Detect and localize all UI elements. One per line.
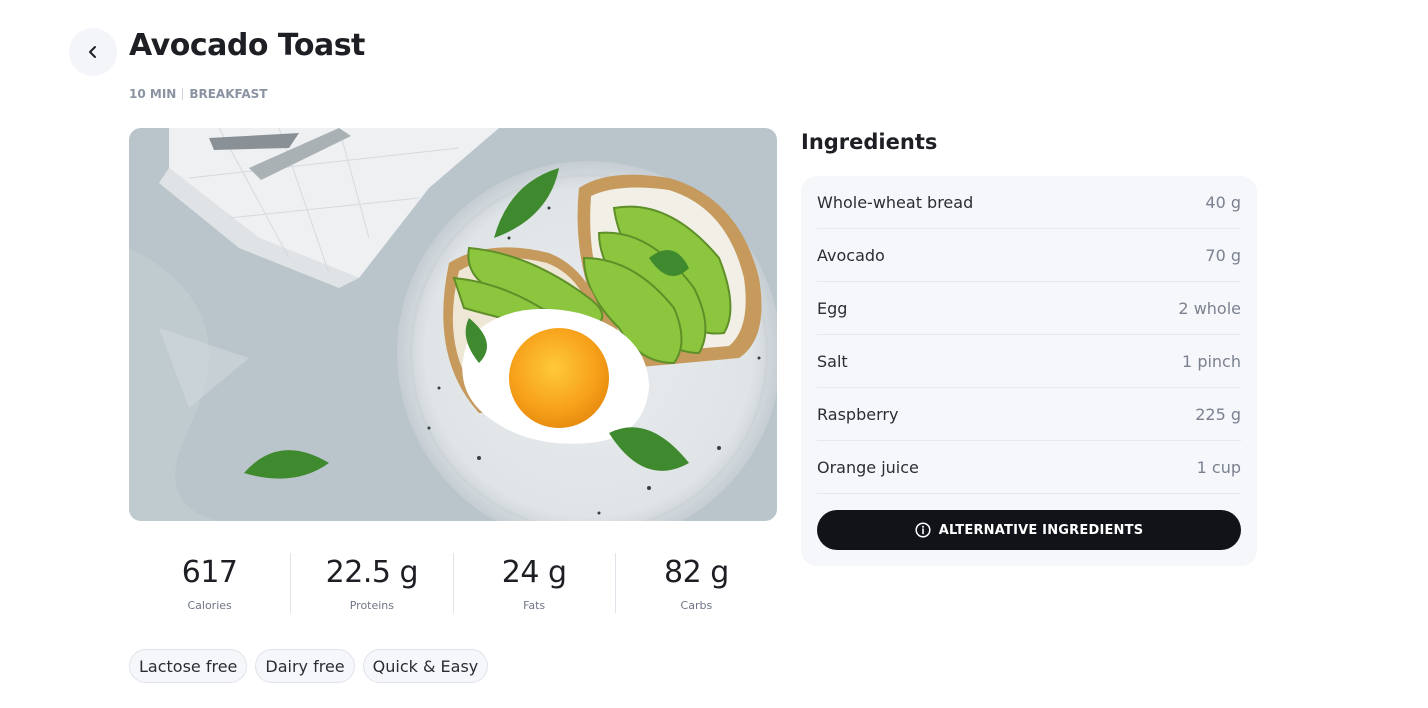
ingredient-name: Avocado — [817, 245, 885, 265]
ingredient-quantity: 70 g — [1205, 245, 1241, 265]
ingredient-row: Whole-wheat bread 40 g — [817, 176, 1241, 229]
back-button[interactable] — [69, 28, 117, 76]
nutrition-stats: 617 Calories 22.5 g Proteins 24 g Fats 8… — [129, 553, 777, 613]
ingredient-row: Egg 2 whole — [817, 282, 1241, 335]
stat-label: Calories — [187, 599, 232, 612]
ingredient-row: Orange juice 1 cup — [817, 441, 1241, 494]
ingredient-quantity: 40 g — [1205, 192, 1241, 212]
alternative-ingredients-button[interactable]: ALTERNATIVE INGREDIENTS — [817, 510, 1241, 550]
ingredient-row: Avocado 70 g — [817, 229, 1241, 282]
stat-label: Fats — [523, 599, 546, 612]
stat-value: 617 — [181, 555, 238, 590]
info-icon — [915, 522, 931, 538]
stat-value: 24 g — [501, 555, 567, 590]
tag-quick-easy[interactable]: Quick & Easy — [362, 649, 489, 683]
ingredient-name: Egg — [817, 298, 848, 318]
recipe-meta: 10 MIN BREAKFAST — [129, 87, 267, 101]
ingredient-quantity: 225 g — [1195, 404, 1241, 424]
stat-fats: 24 g Fats — [452, 553, 615, 613]
stat-proteins: 22.5 g Proteins — [290, 553, 452, 613]
stat-value: 22.5 g — [325, 555, 419, 590]
ingredient-name: Raspberry — [817, 404, 899, 424]
ingredient-row: Raspberry 225 g — [817, 388, 1241, 441]
stat-calories: 617 Calories — [129, 553, 290, 613]
meta-divider — [182, 88, 184, 100]
prep-time: 10 MIN — [129, 87, 177, 101]
stat-label: Carbs — [680, 599, 713, 612]
tag-lactose-free[interactable]: Lactose free — [129, 649, 248, 683]
diet-tags: Lactose free Dairy free Quick & Easy — [129, 649, 489, 683]
ingredients-card: Whole-wheat bread 40 g Avocado 70 g Egg … — [801, 176, 1257, 566]
alternative-ingredients-label: ALTERNATIVE INGREDIENTS — [938, 522, 1144, 538]
ingredient-quantity: 2 whole — [1178, 298, 1241, 318]
stat-carbs: 82 g Carbs — [614, 553, 777, 613]
ingredient-name: Salt — [817, 351, 848, 371]
stat-label: Proteins — [349, 599, 395, 612]
recipe-photo — [129, 128, 777, 521]
ingredient-quantity: 1 cup — [1196, 457, 1241, 477]
ingredient-row: Salt 1 pinch — [817, 335, 1241, 388]
meal-category: BREAKFAST — [189, 87, 268, 101]
ingredient-quantity: 1 pinch — [1182, 351, 1241, 371]
ingredient-name: Whole-wheat bread — [817, 192, 974, 212]
ingredients-heading: Ingredients — [801, 130, 938, 154]
stat-value: 82 g — [663, 555, 729, 590]
chevron-left-icon — [89, 46, 96, 58]
ingredient-name: Orange juice — [817, 457, 919, 477]
page-title: Avocado Toast — [129, 28, 365, 63]
tag-dairy-free[interactable]: Dairy free — [255, 649, 355, 683]
